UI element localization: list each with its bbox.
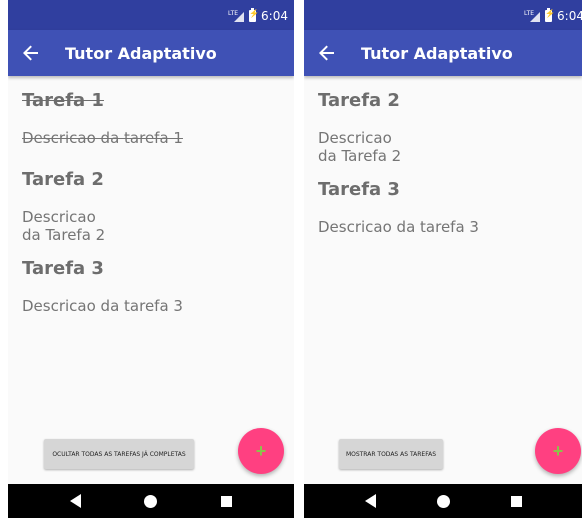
battery-charging-icon [249, 8, 259, 22]
plus-icon: + [552, 440, 564, 461]
task-description: Descricao da Tarefa 2 [318, 129, 402, 165]
clock: 6:04 [557, 9, 582, 23]
back-arrow-icon[interactable] [23, 43, 43, 63]
lte-signal-icon: LTE [524, 10, 541, 22]
nav-back-icon[interactable] [69, 494, 81, 508]
task-title: Tarefa 1 [22, 90, 104, 111]
app-bar: Tutor Adaptativo [8, 30, 294, 76]
status-bar: LTE 6:04 [304, 0, 582, 30]
app-title: Tutor Adaptativo [361, 43, 513, 63]
list-item[interactable]: Tarefa 2 Descricao da Tarefa 2 [22, 169, 284, 244]
battery-charging-icon [545, 8, 555, 22]
task-description: Descricao da Tarefa 2 [22, 208, 106, 244]
add-task-button[interactable]: + [535, 428, 581, 474]
task-title: Tarefa 2 [318, 90, 400, 111]
task-title: Tarefa 3 [22, 258, 104, 279]
task-description: Descricao da tarefa 3 [22, 297, 183, 315]
add-task-button[interactable]: + [238, 428, 284, 474]
show-all-tasks-button[interactable]: MOSTRAR TODAS AS TAREFAS [339, 439, 443, 469]
app-title: Tutor Adaptativo [65, 43, 217, 63]
navigation-bar [304, 484, 582, 518]
list-item[interactable]: Tarefa 3 Descricao da tarefa 3 [22, 258, 284, 315]
list-item[interactable]: Tarefa 1 Descricao da tarefa 1 [22, 90, 284, 147]
screen-right: LTE 6:04 Tutor Adaptativo Tarefa 2 Descr… [304, 0, 582, 518]
plus-icon: + [255, 440, 267, 461]
nav-back-icon[interactable] [364, 494, 376, 508]
task-list: Tarefa 1 Descricao da tarefa 1 Tarefa 2 … [22, 90, 284, 337]
list-item[interactable]: Tarefa 3 Descricao da tarefa 3 [318, 179, 572, 236]
screen-left: LTE 6:04 Tutor Adaptativo Tarefa 1 Descr… [8, 0, 294, 518]
task-list: Tarefa 2 Descricao da Tarefa 2 Tarefa 3 … [318, 90, 572, 258]
list-item[interactable]: Tarefa 2 Descricao da Tarefa 2 [318, 90, 572, 165]
back-arrow-icon[interactable] [319, 43, 339, 63]
app-bar: Tutor Adaptativo [304, 30, 582, 76]
clock: 6:04 [261, 9, 288, 23]
nav-recents-icon[interactable] [510, 495, 522, 507]
task-description: Descricao da tarefa 3 [318, 218, 479, 236]
nav-home-icon[interactable] [436, 494, 450, 508]
lte-signal-icon: LTE [228, 10, 245, 22]
task-title: Tarefa 3 [318, 179, 400, 200]
nav-recents-icon[interactable] [221, 495, 233, 507]
hide-completed-button[interactable]: OCULTAR TODAS AS TAREFAS JÁ COMPLETAS [44, 439, 194, 469]
task-description: Descricao da tarefa 1 [22, 129, 183, 147]
nav-home-icon[interactable] [144, 494, 158, 508]
navigation-bar [8, 484, 294, 518]
status-bar: LTE 6:04 [8, 0, 294, 30]
task-title: Tarefa 2 [22, 169, 104, 190]
